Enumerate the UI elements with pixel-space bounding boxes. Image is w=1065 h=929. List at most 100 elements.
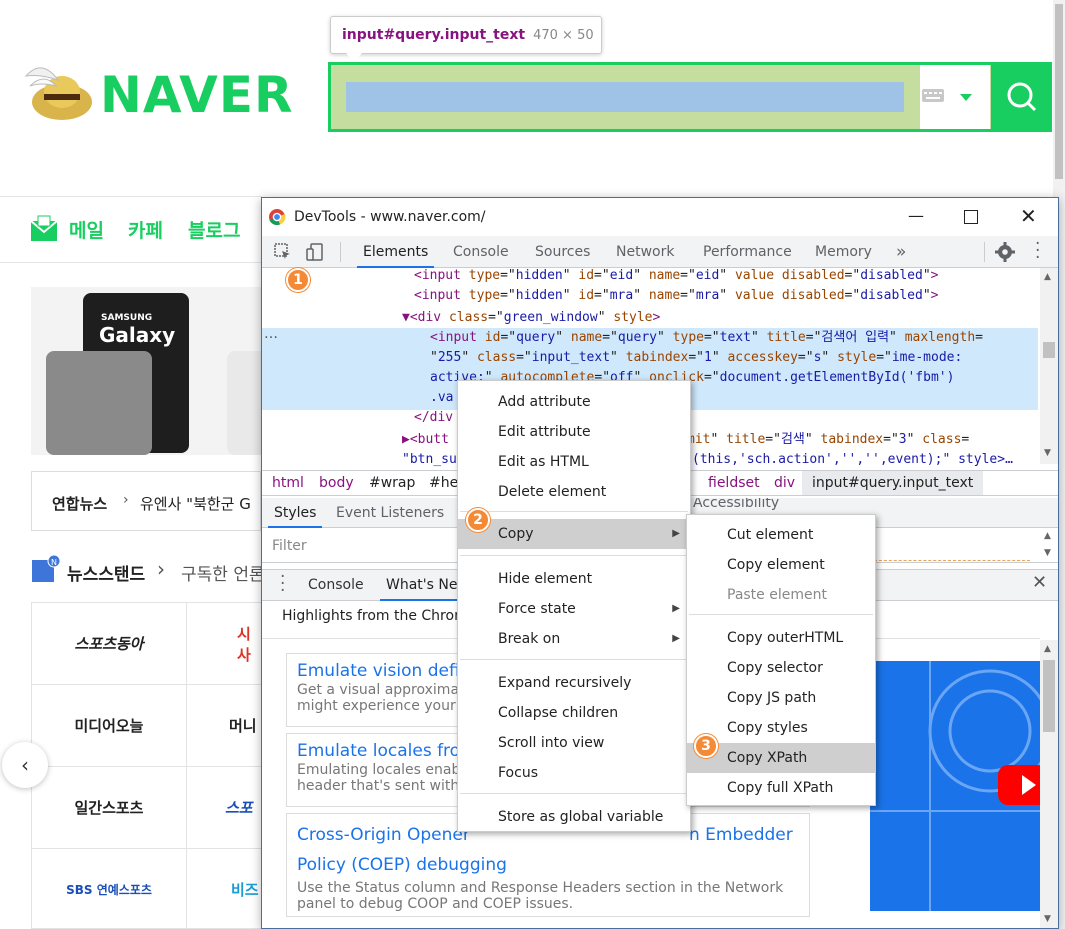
scrollbar-thumb[interactable] [1055,4,1063,179]
press-item[interactable]: 머니 [187,685,264,767]
submenu-copy-js-path[interactable]: Copy JS path [687,683,875,713]
search-button[interactable] [991,62,1052,132]
ad-banner[interactable]: SAMSUNG Galaxy [31,287,261,455]
chevron-left-icon: ‹ [21,753,29,777]
submenu-paste-element: Paste element [727,587,827,603]
submenu-copy-element[interactable]: Copy element [687,550,875,580]
tab-console[interactable]: Console [447,236,515,268]
scroll-up-icon[interactable]: ▲ [1044,531,1051,541]
press-item[interactable]: SBS 연예스포츠 [32,849,187,929]
tooltip-tail [346,53,362,62]
filter-input[interactable]: Filter [272,538,307,554]
prev-page-button[interactable]: ‹ [2,742,48,788]
press-item[interactable]: 비즈 [187,849,264,929]
maximize-button[interactable] [964,210,978,224]
crumb-fieldset[interactable]: fieldset [708,475,760,491]
elements-scrollbar[interactable]: ▲ ▼ [1040,268,1058,464]
menu-edit-as-html[interactable]: Edit as HTML [458,447,690,477]
menu-add-attribute[interactable]: Add attribute [458,387,690,417]
crumb-div[interactable]: div [774,475,795,491]
tab-elements[interactable]: Elements [357,236,435,268]
menu-store-global[interactable]: Store as global variable [458,802,690,832]
menu-separator [689,614,873,615]
menu-separator [460,793,688,794]
tab-accessibility[interactable]: Accessibility [687,498,785,512]
crumb-input[interactable]: input#query.input_text [802,471,984,495]
card-title-part: Cross-Origin Opener [297,825,470,845]
tooltip-size: 470 × 50 [533,28,594,43]
naver-logo[interactable]: NAVER [100,66,294,124]
menu-copy[interactable]: Copy ▶ [458,519,690,549]
search-input[interactable] [346,82,904,112]
news-ticker[interactable]: 연합뉴스 › 유엔사 "북한군 G [31,471,261,531]
keyboard-toggle[interactable] [920,65,990,129]
nav-mail[interactable]: 메일 [69,216,104,243]
crumb-wrap[interactable]: #wrap [369,475,415,491]
newsstand-icon: N [32,555,61,582]
tab-sources[interactable]: Sources [529,236,596,268]
dom-line[interactable]: <input type="hidden" id="eid" name="eid"… [262,266,1038,286]
card-title-line2[interactable]: Policy (COEP) debugging [297,850,799,880]
crumb-body[interactable]: body [319,475,354,491]
newsstand-title[interactable]: 뉴스스탠드 [67,560,145,585]
press-item[interactable]: 시사 [187,603,264,685]
tab-network[interactable]: Network [610,236,680,268]
video-thumbnail[interactable] [870,661,1040,911]
close-drawer-icon[interactable]: ✕ [1032,572,1047,593]
drawer-scrollbar[interactable]: ▲ ▼ [1040,640,1058,928]
drawer-tab-whatsnew[interactable]: What's Ne [380,570,464,601]
toolbar-divider [984,242,985,262]
newsstand-subtitle: 구독한 언론 [181,565,265,585]
submenu-cut-element[interactable]: Cut element [687,520,875,550]
menu-expand-recursively[interactable]: Expand recursively [458,668,690,698]
nav-blog[interactable]: 블로그 [188,216,240,243]
menu-edit-attribute[interactable]: Edit attribute [458,417,690,447]
tab-styles[interactable]: Styles [268,498,323,528]
chrome-icon [269,209,286,226]
copy-submenu: Cut element Copy element Paste element C… [686,514,876,806]
card-title-part: n Embedder [689,825,793,845]
settings-gear-icon[interactable] [995,242,1015,262]
chevron-right-icon: › [123,492,129,508]
drawer-tab-console[interactable]: Console [302,570,370,601]
menu-scroll-into-view[interactable]: Scroll into view [458,728,690,758]
card-desc: Use the Status column and Response Heade… [297,880,784,896]
tab-event-listeners[interactable]: Event Listeners [330,498,450,528]
press-item[interactable]: 일간스포츠 [32,767,187,849]
context-menu: Add attribute Edit attribute Edit as HTM… [457,380,691,832]
submenu-copy-full-xpath[interactable]: Copy full XPath [687,773,875,803]
press-item[interactable]: 스포 [187,767,264,849]
minimize-button[interactable]: — [908,206,924,225]
inspect-icon[interactable] [274,243,292,261]
more-tabs-button[interactable]: » [890,236,912,268]
menu-label: Force state [498,601,576,617]
svg-text:N: N [51,558,57,567]
menu-hide-element[interactable]: Hide element [458,564,690,594]
menu-focus[interactable]: Focus [458,758,690,788]
menu-break-on[interactable]: Break on ▶ [458,624,690,654]
tab-memory[interactable]: Memory [809,236,878,268]
scroll-down-icon[interactable]: ▼ [1044,548,1051,558]
kebab-menu-icon[interactable]: · · · [1035,236,1040,267]
menu-delete-element[interactable]: Delete element [458,477,690,507]
drawer-menu-icon[interactable]: · · · [280,569,285,600]
press-item[interactable]: 스포츠동아 [32,603,187,685]
banner-brand: SAMSUNG [101,313,153,323]
mail-icon [30,215,58,241]
submenu-copy-selector[interactable]: Copy selector [687,653,875,683]
dom-line[interactable]: <input type="hidden" id="mra" name="mra"… [262,286,1038,306]
nav-cafe[interactable]: 카페 [128,216,163,243]
style-box-edge [874,560,1030,563]
tab-performance[interactable]: Performance [697,236,798,268]
crumb-html[interactable]: html [272,475,304,491]
device-toggle-icon[interactable] [306,243,324,261]
dom-line-div[interactable]: ▼<div class="green_window" style> [262,308,1038,328]
step-badge-1: 1 [286,268,310,292]
close-button[interactable]: ✕ [1020,204,1037,228]
devtools-titlebar: DevTools - www.naver.com/ — ✕ [262,198,1058,236]
press-item[interactable]: 미디어오늘 [32,685,187,767]
submenu-copy-outerhtml[interactable]: Copy outerHTML [687,623,875,653]
menu-force-state[interactable]: Force state ▶ [458,594,690,624]
card-desc: panel to debug COOP and COEP issues. [297,896,574,912]
menu-collapse-children[interactable]: Collapse children [458,698,690,728]
